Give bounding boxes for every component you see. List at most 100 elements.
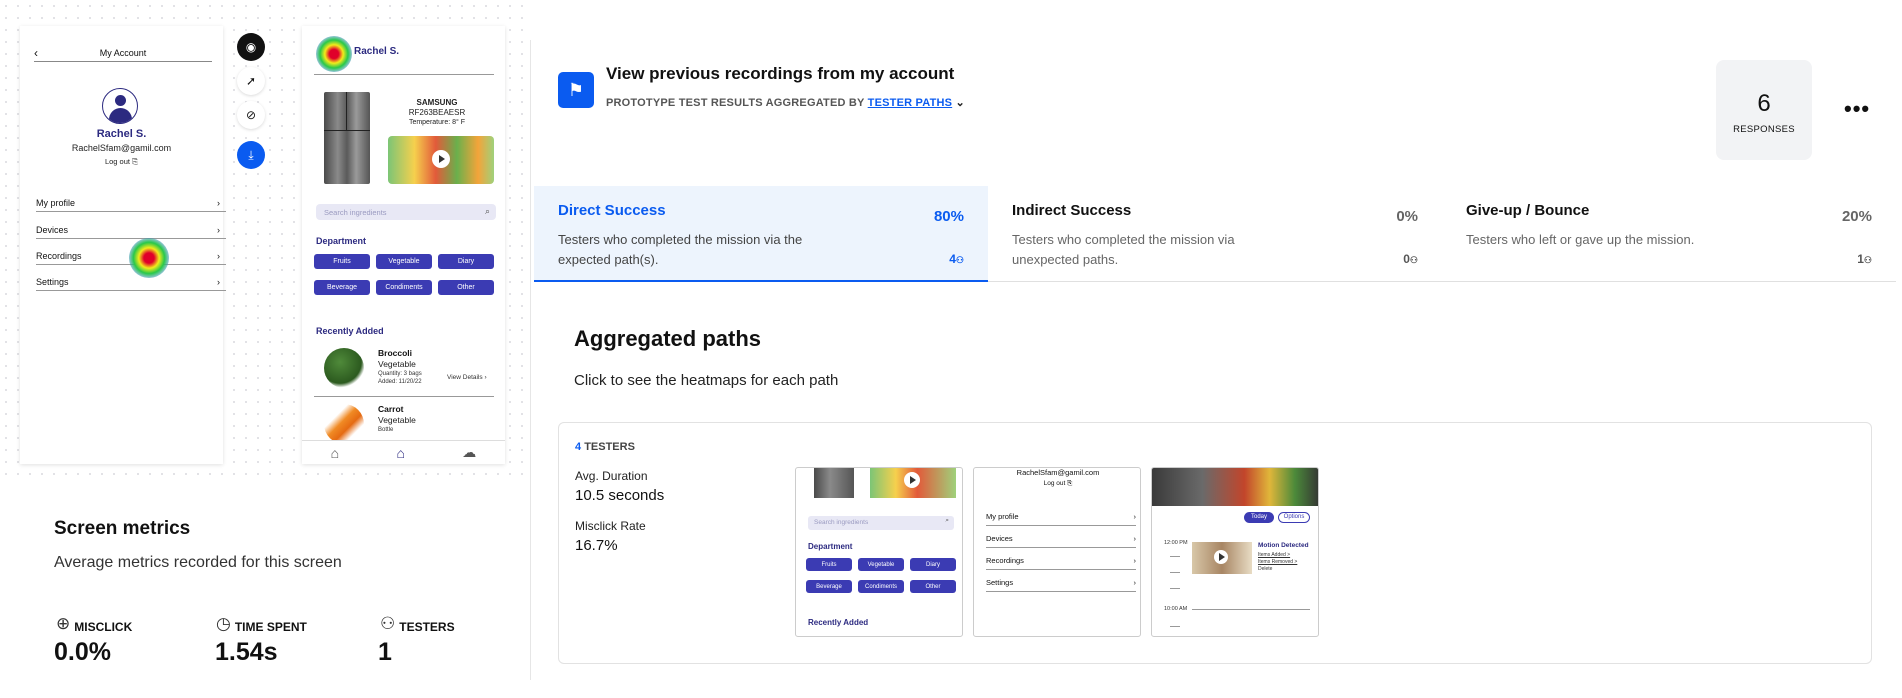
view-details-link[interactable]: View Details › [447, 374, 487, 381]
hide-image-button[interactable]: ⊘ [237, 101, 265, 129]
tab-title: Indirect Success [1012, 202, 1132, 219]
tab-title: Give-up / Bounce [1466, 202, 1590, 219]
bottom-nav: ⌂ ⌂ ☁ [302, 440, 505, 464]
today-chip: Today [1244, 512, 1274, 523]
mission-subtitle: PROTOTYPE TEST RESULTS AGGREGATED BY TES… [606, 97, 965, 109]
metrics-subtitle: Average metrics recorded for this screen [54, 554, 342, 571]
users-icon: ⚇ [380, 614, 396, 633]
tab-description: Testers who completed the mission via th… [558, 232, 803, 267]
section-title: Department [808, 542, 853, 551]
clicks-toggle-button[interactable]: ➚ [237, 67, 265, 95]
heatmap-spot [316, 36, 352, 72]
screen-header: ‹ My Account [34, 46, 212, 62]
timeline-time: 12:00 PM [1164, 540, 1188, 546]
aggregated-paths-subtitle: Click to see the heatmaps for each path [574, 372, 839, 389]
chef-hat-icon[interactable]: ☁ [462, 444, 476, 461]
menu-item-my-profile[interactable]: My profile › [36, 194, 226, 212]
fridge-temperature: Temperature: 8° F [408, 119, 466, 126]
item-category: Vegetable [378, 359, 416, 369]
back-icon: ‹ [34, 46, 38, 60]
tab-count: 0⚇ [1403, 252, 1418, 266]
tab-title: Direct Success [558, 202, 666, 219]
event-link: Items Added > [1258, 552, 1291, 558]
download-button[interactable]: ⤓ [237, 141, 265, 169]
menu-item-settings[interactable]: Settings › [36, 273, 226, 291]
path-card[interactable]: 4 TESTERS Avg. Duration 10.5 seconds Mis… [558, 422, 1872, 664]
metric-misclick-label: ⊕ MISCLICK [56, 614, 133, 634]
chevron-right-icon: › [217, 276, 220, 287]
user-email: RachelSfam@gamil.com [1016, 468, 1100, 477]
avg-duration-value: 10.5 seconds [575, 487, 665, 504]
chip-fruits[interactable]: Fruits [314, 254, 370, 269]
search-icon: ⌕ [945, 517, 949, 524]
play-icon [904, 472, 920, 488]
screen-fridge-home[interactable]: Rachel S. SAMSUNG RF263BEAESR Temperatur… [302, 26, 505, 464]
chevron-down-icon[interactable]: ⌄ [955, 97, 964, 109]
path-step-thumbnail-2[interactable]: RachelSfam@gamil.com Log out ⎘ My profil… [973, 467, 1141, 637]
responses-count: 6 [1757, 90, 1771, 117]
download-icon: ⤓ [248, 147, 254, 162]
tester-paths-link[interactable]: TESTER PATHS [868, 97, 953, 109]
options-chip: Options [1278, 512, 1310, 523]
user-name: Rachel S. [96, 128, 147, 140]
event-title: Motion Detected [1258, 542, 1309, 549]
mission-title: View previous recordings from my account [606, 64, 955, 83]
fridge-brand: SAMSUNG [416, 98, 458, 107]
search-icon: ⌕ [484, 206, 490, 216]
no-image-icon: ⊘ [245, 108, 257, 122]
item-quantity: Quantity: 3 bags [378, 371, 422, 377]
item-name: Carrot [378, 404, 404, 414]
chip-beverage[interactable]: Beverage [314, 280, 370, 295]
logout-icon: ⎘ [132, 157, 139, 166]
tab-percent: 0% [1396, 208, 1418, 225]
metric-testers-label: ⚇ TESTERS [380, 614, 455, 634]
flag-icon: ⚑ [558, 72, 594, 108]
heatmap-spot [129, 238, 169, 278]
path-step-thumbnail-3[interactable]: Today Options 12:00 PM Motion Detected I… [1151, 467, 1319, 637]
metric-time-label: ◷ TIME SPENT [216, 614, 307, 634]
play-icon[interactable] [432, 150, 450, 168]
item-category: Vegetable [378, 415, 416, 425]
tab-count: 4⚇ [949, 252, 964, 266]
chip-vegetable[interactable]: Vegetable [376, 254, 432, 269]
heatmap-toggle-button[interactable]: ◉ [237, 33, 265, 61]
search-input[interactable]: Search ingredients ⌕ [316, 204, 496, 220]
tab-count: 1⚇ [1857, 252, 1872, 266]
chip: Beverage [806, 580, 852, 593]
metric-time-value: 1.54s [215, 638, 278, 666]
chip-other[interactable]: Other [438, 280, 494, 295]
tab-percent: 20% [1841, 208, 1872, 225]
tab-description: Testers who completed the mission via un… [1012, 232, 1235, 267]
tab-give-up-bounce[interactable]: Give-up / Bounce 20% Testers who left or… [1442, 186, 1896, 282]
fridge-image [324, 92, 370, 184]
timeline-time: 10:00 AM [1164, 606, 1188, 612]
more-options-icon[interactable]: ••• [1844, 96, 1870, 122]
tab-indirect-success[interactable]: Indirect Success 0% Testers who complete… [988, 186, 1442, 282]
user-email: RachelSfam@gamil.com [71, 143, 172, 153]
misclick-rate-value: 16.7% [575, 537, 618, 554]
menu-label: Settings [36, 276, 69, 287]
section-title: Recently Added [808, 618, 869, 627]
screen-my-account[interactable]: ‹ My Account Rachel S. RachelSfam@gamil.… [20, 26, 226, 464]
avatar-icon [102, 88, 138, 124]
menu-label: My profile [36, 197, 76, 208]
chip: Condiments [858, 580, 904, 593]
search-input: Search ingredients ⌕ [808, 516, 954, 530]
menu-label: Devices [36, 224, 69, 235]
misclick-rate-label: Misclick Rate [575, 519, 646, 533]
avg-duration-label: Avg. Duration [575, 469, 648, 483]
responses-box: 6 RESPONSES [1716, 60, 1812, 160]
menu-item-devices[interactable]: Devices › [36, 221, 226, 239]
users-icon: ⚇ [1863, 255, 1872, 265]
chevron-right-icon: › [217, 250, 220, 261]
chip-condiments[interactable]: Condiments [376, 280, 432, 295]
event-link: Items Removed > [1258, 559, 1298, 565]
path-step-thumbnail-1[interactable]: Search ingredients ⌕ Department Fruits Ve… [795, 467, 963, 637]
home-icon[interactable]: ⌂ [396, 445, 404, 461]
basket-icon[interactable]: ⌂ [331, 445, 339, 461]
menu-item: Settings › [986, 578, 1136, 592]
menu-label: Recordings [36, 250, 82, 261]
tab-direct-success[interactable]: Direct Success 80% Testers who completed… [534, 186, 988, 282]
chip-diary[interactable]: Diary [438, 254, 494, 269]
logout-link[interactable]: Log out ⎘ [20, 157, 223, 167]
